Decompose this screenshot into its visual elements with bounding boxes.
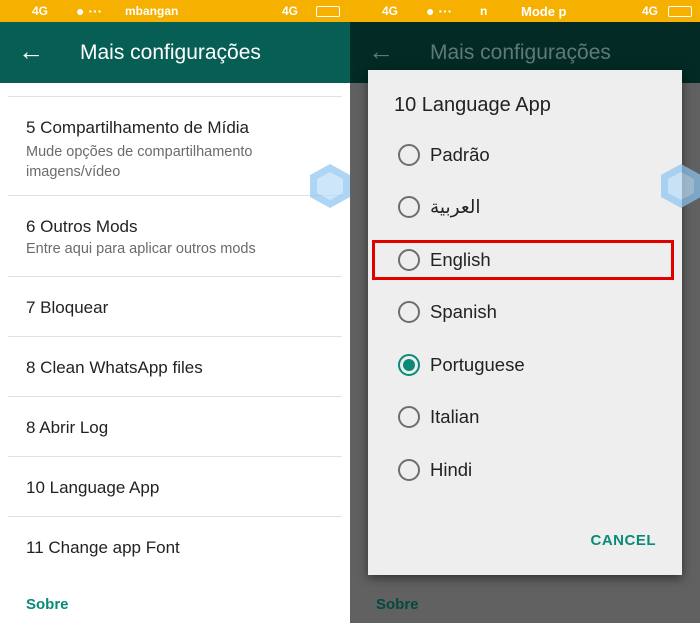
chat-icon: ● ··· bbox=[76, 3, 103, 19]
item-title: 8 Clean WhatsApp files bbox=[26, 358, 203, 377]
item-title: 11 Change app Font bbox=[26, 538, 180, 557]
page-title: Mais configurações bbox=[430, 41, 611, 64]
status-text: n bbox=[480, 4, 488, 18]
dialog-title: 10 Language App bbox=[394, 94, 551, 116]
back-arrow-icon[interactable]: ← bbox=[368, 36, 394, 67]
list-item[interactable]: 6 Outros Mods Entre aqui para aplicar ou… bbox=[8, 195, 342, 276]
option-label: English bbox=[430, 249, 491, 270]
option-label: Portuguese bbox=[430, 354, 525, 375]
option-italian[interactable]: Italian bbox=[398, 402, 479, 432]
option-hindi[interactable]: Hindi bbox=[398, 455, 472, 485]
mode-text: Mode p bbox=[521, 3, 567, 19]
item-title: 5 Compartilhamento de Mídia bbox=[26, 118, 250, 137]
list-item[interactable]: 8 Abrir Log bbox=[8, 396, 342, 456]
floating-hexagon-icon[interactable] bbox=[660, 163, 700, 209]
option-label: العربية bbox=[430, 196, 481, 217]
option-spanish[interactable]: Spanish bbox=[398, 297, 497, 327]
radio-icon[interactable] bbox=[398, 196, 420, 218]
signal-icon: 4G bbox=[642, 4, 659, 18]
radio-icon[interactable] bbox=[398, 144, 420, 166]
status-bar: 4G ● ··· mbangan 4G bbox=[0, 0, 350, 22]
list-item[interactable]: 8 Clean WhatsApp files bbox=[8, 336, 342, 396]
list-item[interactable]: 7 Bloquear bbox=[8, 276, 342, 336]
item-title: 8 Abrir Log bbox=[26, 418, 109, 437]
status-text: mbangan bbox=[125, 4, 179, 18]
cancel-button[interactable]: CANCEL bbox=[591, 532, 657, 549]
item-title: 6 Outros Mods bbox=[26, 217, 138, 236]
option-portuguese[interactable]: Portuguese bbox=[398, 350, 525, 380]
chat-icon: ● ··· bbox=[426, 3, 453, 19]
page-title: Mais configurações bbox=[80, 41, 261, 64]
language-dialog: 10 Language App Padrão العربية English S… bbox=[368, 70, 682, 575]
signal-icon: 4G bbox=[282, 4, 299, 18]
network-indicator: 4G bbox=[32, 4, 49, 18]
app-header: ← Mais configurações bbox=[0, 22, 350, 83]
status-bar: 4G ● ··· n Mode p 4G bbox=[350, 0, 700, 22]
item-title: 7 Bloquear bbox=[26, 298, 109, 317]
list-item[interactable]: 10 Language App bbox=[8, 456, 342, 516]
option-label: Spanish bbox=[430, 301, 497, 322]
list-item[interactable]: 5 Compartilhamento de Mídia Mude opções … bbox=[8, 96, 342, 195]
option-arabic[interactable]: العربية bbox=[398, 192, 481, 222]
back-arrow-icon[interactable]: ← bbox=[18, 36, 44, 67]
item-title: 10 Language App bbox=[26, 478, 160, 497]
option-label: Hindi bbox=[430, 459, 473, 480]
item-subtitle: Mude opções de compartilhamento imagens/… bbox=[26, 144, 253, 180]
radio-icon[interactable] bbox=[398, 406, 420, 428]
battery-icon bbox=[668, 5, 692, 17]
radio-icon[interactable] bbox=[398, 301, 420, 323]
option-label: Padrão bbox=[430, 144, 490, 165]
network-indicator: 4G bbox=[382, 4, 399, 18]
option-padrao[interactable]: Padrão bbox=[398, 140, 490, 170]
option-label: Italian bbox=[430, 406, 480, 427]
radio-selected-icon[interactable] bbox=[398, 354, 420, 376]
sobre-link[interactable]: Sobre bbox=[26, 596, 69, 613]
radio-icon[interactable] bbox=[398, 459, 420, 481]
option-english[interactable]: English bbox=[398, 245, 491, 275]
right-screen: ← Mais configurações Sobre 4G ● ··· n Mo… bbox=[350, 0, 700, 623]
item-subtitle: Entre aqui para aplicar outros mods bbox=[26, 241, 256, 257]
floating-hexagon-icon[interactable] bbox=[309, 163, 350, 209]
left-screen: 4G ● ··· mbangan 4G ← Mais configurações… bbox=[0, 0, 350, 623]
radio-icon[interactable] bbox=[398, 249, 420, 271]
battery-icon bbox=[316, 5, 340, 17]
sobre-link[interactable]: Sobre bbox=[376, 596, 419, 613]
list-item[interactable]: 11 Change app Font bbox=[8, 516, 342, 576]
